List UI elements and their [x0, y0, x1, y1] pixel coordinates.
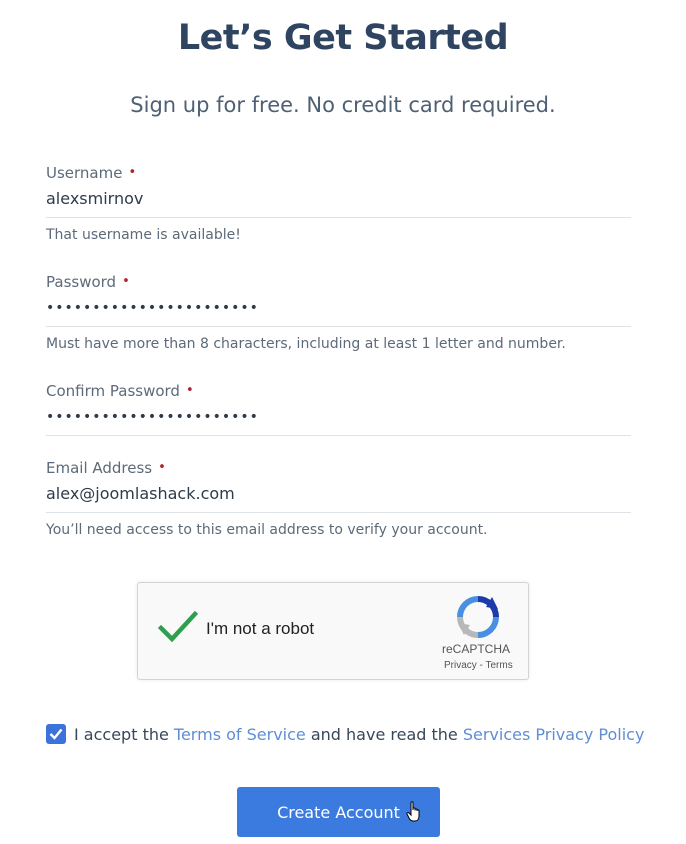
- required-indicator: •: [122, 274, 130, 289]
- terms-of-service-link[interactable]: Terms of Service: [174, 725, 306, 744]
- confirm-password-field-group: Confirm Password • ••••••••••••••••••••••…: [46, 381, 631, 436]
- hand-cursor-icon: [406, 801, 424, 827]
- recaptcha-brand: reCAPTCHA: [442, 642, 511, 656]
- username-input[interactable]: alexsmirnov: [46, 187, 631, 218]
- terms-prefix: I accept the: [74, 724, 174, 744]
- recaptcha-widget: I'm not a robot reCAPTCHA Privacy - Term…: [137, 582, 529, 680]
- email-label-text: Email Address: [46, 459, 153, 477]
- recaptcha-privacy-terms-links[interactable]: Privacy - Terms: [444, 660, 513, 671]
- email-input[interactable]: alex@joomlashack.com: [46, 482, 631, 513]
- checkmark-icon: [49, 728, 63, 740]
- privacy-policy-link[interactable]: Services Privacy Policy: [463, 725, 645, 744]
- page-subtitle: Sign up for free. No credit card require…: [130, 93, 556, 117]
- password-help-text: Must have more than 8 characters, includ…: [46, 336, 566, 352]
- terms-acceptance: I accept the Terms of Service and have r…: [46, 723, 644, 745]
- username-label: Username •: [46, 163, 631, 183]
- captcha-label: I'm not a robot: [206, 619, 315, 638]
- terms-middle: and have read the: [305, 724, 463, 744]
- confirm-password-label: Confirm Password •: [46, 381, 631, 401]
- username-help-text: That username is available!: [46, 227, 241, 243]
- captcha-checkmark-icon[interactable]: [157, 610, 199, 647]
- password-input[interactable]: •••••••••••••••••••••••: [46, 296, 631, 327]
- email-label: Email Address •: [46, 458, 631, 478]
- username-label-text: Username: [46, 164, 123, 182]
- email-field-group: Email Address • alex@joomlashack.com: [46, 458, 631, 513]
- email-help-text: You’ll need access to this email address…: [46, 522, 488, 538]
- required-indicator: •: [185, 383, 194, 398]
- recaptcha-logo-icon: [456, 595, 500, 643]
- terms-text: I accept the Terms of Service and have r…: [74, 725, 644, 744]
- page-title: Let’s Get Started: [177, 18, 509, 58]
- confirm-password-input[interactable]: •••••••••••••••••••••••: [46, 405, 631, 436]
- username-field-group: Username • alexsmirnov: [46, 163, 631, 218]
- terms-checkbox[interactable]: [46, 724, 66, 744]
- confirm-password-label-text: Confirm Password: [46, 382, 180, 400]
- password-label: Password •: [46, 272, 631, 292]
- required-indicator: •: [158, 460, 166, 475]
- password-field-group: Password • •••••••••••••••••••••••: [46, 272, 631, 327]
- required-indicator: •: [128, 165, 137, 180]
- password-label-text: Password: [46, 273, 117, 291]
- create-account-label: Create Account: [277, 802, 400, 822]
